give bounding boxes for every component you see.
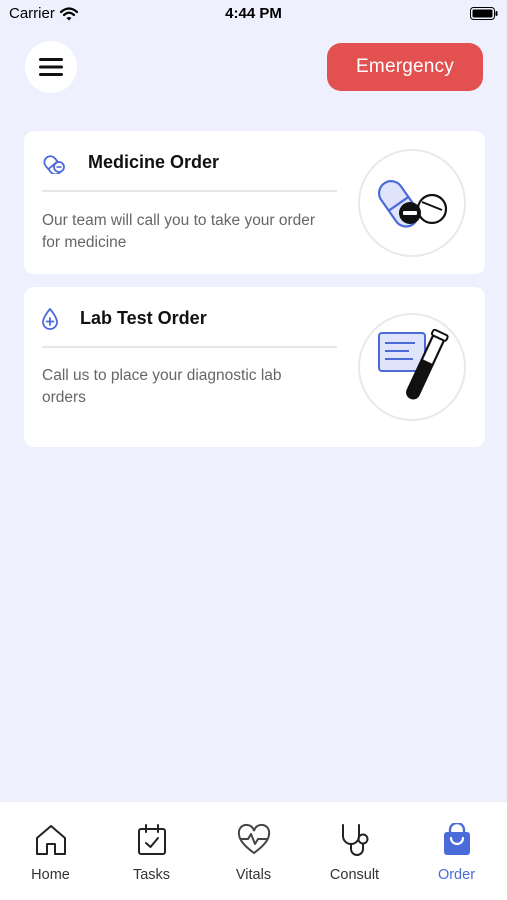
nav-label-home: Home [31, 867, 70, 883]
menu-button[interactable] [25, 41, 77, 93]
nav-label-consult: Consult [329, 867, 380, 883]
nav-item-order[interactable]: Order [406, 802, 507, 900]
home-icon [35, 825, 66, 855]
bottom-nav: Home Tasks Vitals Consult Order [0, 801, 507, 900]
test-tube-report-illustration [358, 313, 466, 421]
medicine-order-card[interactable]: Medicine Order Our team will call you to… [24, 131, 485, 274]
card-divider [42, 346, 337, 348]
nav-item-tasks[interactable]: Tasks [101, 802, 202, 900]
lab-test-order-title: Lab Test Order [80, 308, 207, 328]
nav-label-tasks: Tasks [132, 867, 171, 883]
calendar-check-icon [137, 824, 166, 855]
nav-item-home[interactable]: Home [0, 802, 101, 900]
medicine-order-description: Our team will call you to take your orde… [42, 212, 316, 251]
medicine-order-title: Medicine Order [88, 152, 220, 172]
nav-label-vitals: Vitals [235, 867, 272, 883]
battery-icon [470, 7, 498, 24]
lab-test-order-description: Call us to place your diagnostic lab ord… [42, 367, 282, 406]
emergency-button[interactable]: Emergency [327, 43, 483, 91]
status-time: 4:44 PM [225, 5, 282, 22]
capsule-tablet-illustration [358, 149, 466, 257]
heart-pulse-icon [237, 823, 270, 855]
nav-label-order: Order [437, 867, 476, 883]
hamburger-menu-icon [39, 58, 63, 76]
nav-item-consult[interactable]: Consult [304, 802, 405, 900]
nav-item-vitals[interactable]: Vitals [203, 802, 304, 900]
card-divider [42, 190, 337, 192]
blood-drop-icon [42, 308, 58, 330]
stethoscope-icon [341, 824, 368, 856]
pill-icon [43, 155, 65, 174]
shopping-bag-icon [443, 823, 470, 855]
status-bar: Carrier 4:44 PM [0, 0, 507, 28]
lab-test-order-card[interactable]: Lab Test Order Call us to place your dia… [24, 287, 485, 447]
